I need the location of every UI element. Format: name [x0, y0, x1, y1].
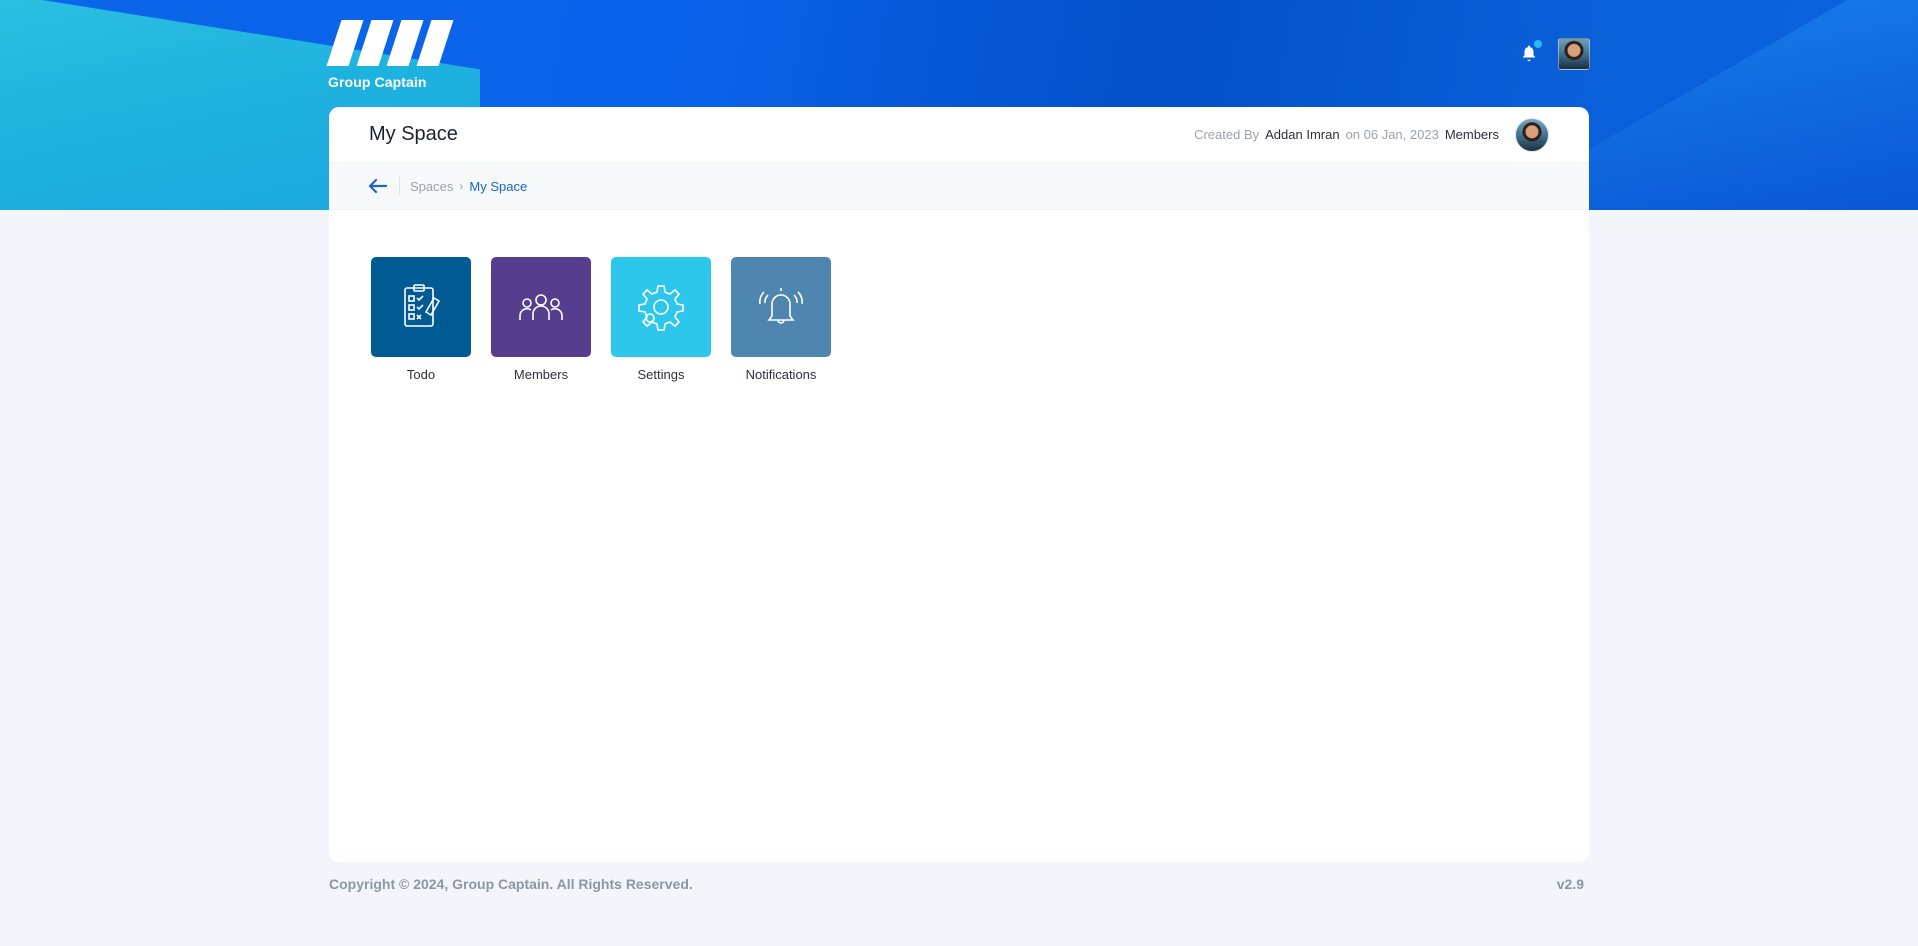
notification-dot [1534, 40, 1542, 48]
logo-mark [326, 20, 458, 68]
members-label: Members [1444, 127, 1499, 142]
top-actions [1520, 38, 1590, 70]
breadcrumb-current: My Space [469, 178, 528, 194]
bell-ringing-icon [759, 288, 803, 324]
brand-logo[interactable]: Group Captain [326, 20, 458, 90]
notifications-button[interactable] [1520, 40, 1542, 64]
space-card: My Space Created By Addan Imran on 06 Ja… [329, 107, 1589, 862]
tile-settings-label: Settings [637, 367, 685, 382]
copyright-text: Copyright © 2024, Group Captain. All Rig… [329, 876, 693, 892]
space-tiles: Todo Members Settings Notifications [371, 257, 831, 382]
users-group-icon [519, 294, 563, 320]
tile-members-box[interactable] [491, 257, 591, 357]
breadcrumb-divider [399, 177, 400, 195]
tile-settings-box[interactable] [611, 257, 711, 357]
created-date: on 06 Jan, 2023 [1345, 127, 1439, 142]
tile-settings[interactable]: Settings [611, 257, 711, 382]
tile-members[interactable]: Members [491, 257, 591, 382]
tile-notifications-box[interactable] [731, 257, 831, 357]
member-avatar[interactable] [1515, 117, 1549, 152]
tile-notifications[interactable]: Notifications [731, 257, 831, 382]
breadcrumb: Spaces › My Space [329, 162, 1589, 210]
chevron-right-icon: › [459, 179, 464, 193]
user-avatar[interactable] [1558, 38, 1590, 70]
brand-name: Group Captain [328, 74, 427, 90]
created-by-label: Created By [1194, 127, 1260, 142]
tile-todo[interactable]: Todo [371, 257, 471, 382]
back-button[interactable] [369, 176, 389, 196]
card-header: My Space Created By Addan Imran on 06 Ja… [329, 107, 1589, 162]
tile-todo-box[interactable] [371, 257, 471, 357]
tile-notifications-label: Notifications [745, 367, 817, 382]
clipboard-checklist-icon [404, 284, 441, 327]
arrow-left-icon [369, 179, 387, 193]
page-title: My Space [369, 123, 458, 145]
version-text: v2.9 [1556, 876, 1584, 892]
breadcrumb-spaces[interactable]: Spaces [410, 179, 453, 194]
gear-icon [638, 285, 684, 331]
creator-name: Addan Imran [1265, 127, 1340, 142]
tile-members-label: Members [513, 367, 569, 382]
space-meta: Created By Addan Imran on 06 Jan, 2023 M… [1194, 117, 1549, 152]
footer: Copyright © 2024, Group Captain. All Rig… [329, 876, 1584, 892]
tile-todo-label: Todo [406, 367, 436, 382]
